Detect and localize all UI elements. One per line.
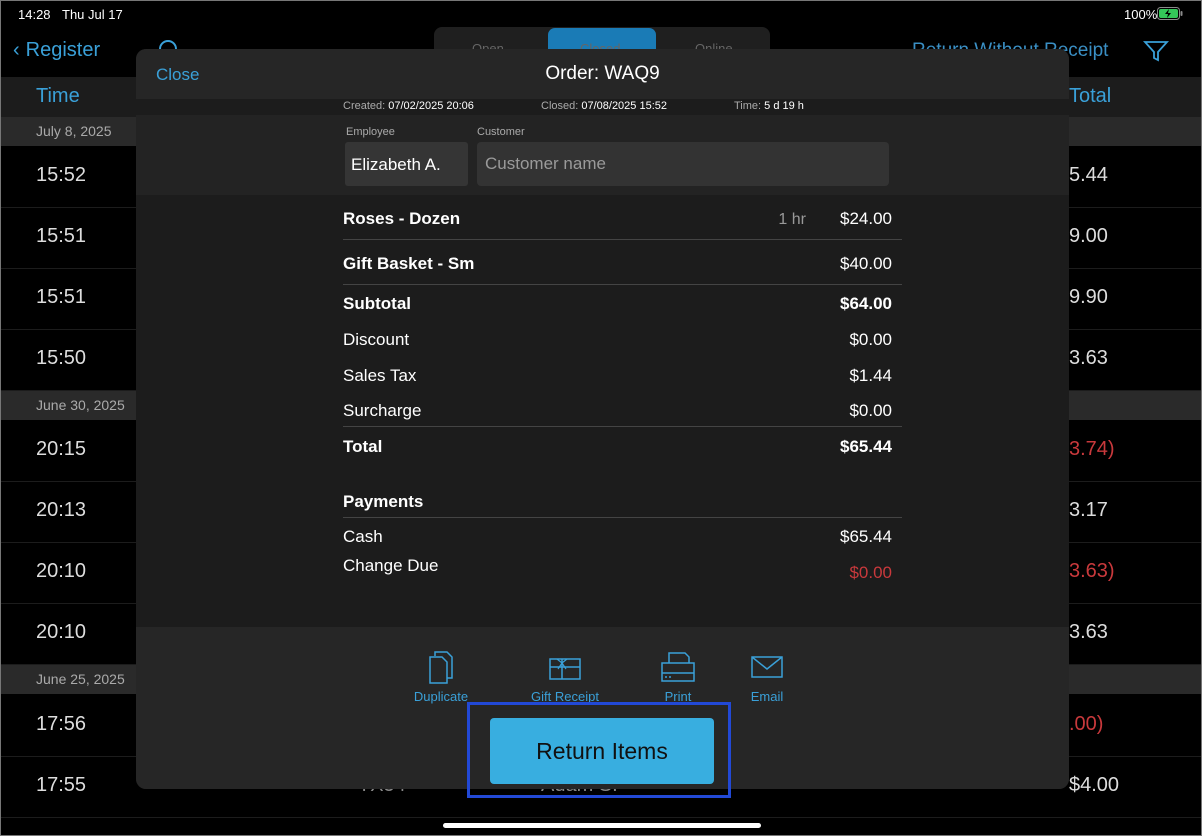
total-label: Total [343, 437, 383, 456]
employee-label: Employee [346, 126, 395, 138]
section-label: July 8, 2025 [36, 123, 112, 139]
change-due-value: $0.00 [849, 563, 892, 582]
back-to-register[interactable]: ‹ Register [13, 39, 100, 62]
section-label: June 30, 2025 [36, 397, 125, 413]
modal-title: Order: WAQ9 [545, 63, 660, 84]
employee-name: Elizabeth A. [351, 155, 441, 174]
divider [343, 284, 902, 285]
battery-icon [1157, 7, 1183, 20]
chevron-left-icon: ‹ [13, 39, 20, 61]
payments-title: Payments [343, 492, 424, 511]
print-action[interactable]: Print [658, 651, 698, 704]
row-time: 20:10 [36, 560, 87, 582]
discount-label: Discount [343, 330, 410, 349]
row-total: 3.63 [1069, 621, 1108, 643]
time-label: Time: [734, 100, 762, 112]
item-name: Roses - Dozen [343, 209, 461, 228]
item-name: Gift Basket - Sm [343, 254, 475, 273]
gift-receipt-action[interactable]: Gift Receipt [525, 651, 605, 704]
duration-meta: Time: 5 d 19 h [734, 100, 804, 112]
total-value: $65.44 [840, 437, 892, 456]
return-items-button[interactable]: Return Items [490, 718, 714, 784]
divider [343, 517, 902, 518]
email-label: Email [750, 689, 784, 704]
column-time[interactable]: Time [36, 85, 80, 108]
row-time: 20:15 [36, 438, 87, 460]
discount-value: $0.00 [849, 330, 892, 349]
email-action[interactable]: Email [747, 651, 787, 704]
section-label: June 25, 2025 [36, 671, 125, 687]
customer-name-input[interactable] [477, 142, 889, 186]
order-detail-modal: Close Order: WAQ9 Created: 07/02/2025 20… [136, 49, 1069, 789]
closed-label: Closed: [541, 100, 579, 112]
printer-icon [661, 652, 695, 682]
battery-percent: 100% [1124, 7, 1158, 22]
row-time: 17:55 [36, 774, 87, 796]
row-time: 15:51 [36, 286, 87, 308]
row-total: 9.90 [1069, 286, 1108, 308]
gift-receipt-label: Gift Receipt [531, 689, 599, 704]
time-value: 5 d 19 h [764, 100, 804, 112]
action-footer: Duplicate Gift Receipt Print Email Retur… [136, 627, 1069, 789]
tax-value: $1.44 [849, 366, 892, 385]
change-due-label: Change Due [343, 556, 439, 575]
customer-label: Customer [477, 126, 525, 138]
row-total: 3.74) [1069, 438, 1115, 460]
payment-amount: $65.44 [840, 527, 892, 546]
created-value: 07/02/2025 20:06 [388, 100, 474, 112]
back-label: Register [25, 39, 101, 61]
payment-method: Cash [343, 527, 383, 546]
employee-selector[interactable]: Elizabeth A. [345, 142, 468, 186]
row-time: 15:52 [36, 164, 87, 186]
row-time: 15:50 [36, 347, 87, 369]
duplicate-icon [429, 651, 453, 684]
employee-customer-card: Employee Customer Elizabeth A. [136, 115, 1069, 195]
row-time: 17:56 [36, 713, 87, 735]
subtotal-value: $64.00 [840, 294, 892, 313]
modal-header: Close Order: WAQ9 [136, 49, 1069, 99]
row-total: 3.63) [1069, 560, 1115, 582]
filter-icon[interactable] [1143, 39, 1169, 63]
created-meta: Created: 07/02/2025 20:06 [343, 100, 474, 112]
closed-value: 07/08/2025 15:52 [581, 100, 667, 112]
item-price: $40.00 [840, 254, 892, 273]
row-time: 20:10 [36, 621, 87, 643]
duplicate-action[interactable]: Duplicate [408, 651, 474, 704]
print-label: Print [664, 689, 692, 704]
app-frame: 14:28 Thu Jul 17 100% ‹Register Open Clo… [0, 0, 1202, 836]
closed-meta: Closed: 07/08/2025 15:52 [541, 100, 667, 112]
row-total: 5.44 [1069, 164, 1108, 186]
status-time: 14:28 [18, 7, 51, 22]
item-duration: 1 hr [778, 211, 806, 228]
item-price: $24.00 [840, 209, 892, 228]
row-time: 20:13 [36, 499, 87, 521]
surcharge-label: Surcharge [343, 401, 422, 420]
row-total: $4.00 [1069, 774, 1120, 796]
row-total: .00) [1069, 713, 1104, 735]
row-time: 15:51 [36, 225, 87, 247]
column-total[interactable]: Total [1069, 85, 1111, 108]
email-icon [751, 656, 783, 678]
gift-icon [549, 658, 581, 680]
duplicate-label: Duplicate [413, 689, 469, 704]
row-total: 3.17 [1069, 499, 1108, 521]
surcharge-value: $0.00 [849, 401, 892, 420]
row-total: 3.63 [1069, 347, 1108, 369]
created-label: Created: [343, 100, 386, 112]
subtotal-label: Subtotal [343, 294, 411, 313]
status-date: Thu Jul 17 [62, 7, 123, 22]
row-total: 9.00 [1069, 225, 1108, 247]
divider [343, 239, 902, 240]
home-indicator[interactable] [443, 823, 761, 828]
divider [343, 426, 902, 427]
tax-label: Sales Tax [343, 366, 417, 385]
